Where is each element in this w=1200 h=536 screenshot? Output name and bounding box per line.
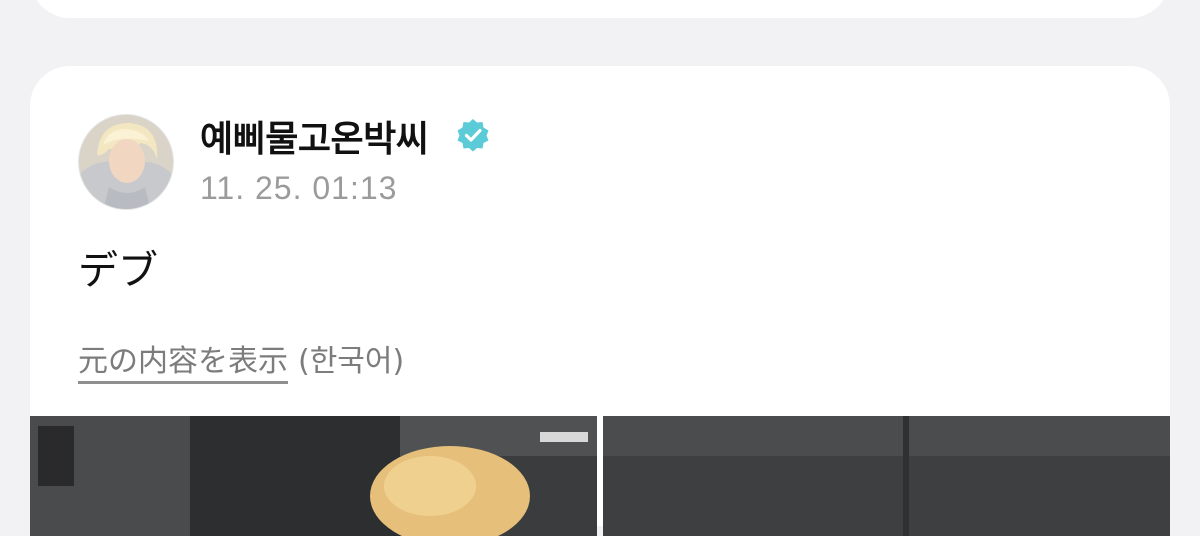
author-name[interactable]: 예삐물고온박씨 [200,110,429,162]
verified-badge-icon [457,119,489,152]
previous-post-card [30,0,1170,18]
post-photo-1[interactable] [30,416,597,536]
avatar[interactable] [78,114,174,210]
show-original-link[interactable]: 元の内容を表示 [78,344,288,384]
post-photo-2[interactable] [603,416,1170,536]
post-timestamp: 11. 25. 01:13 [200,170,398,206]
original-language-label: (한국어) [298,344,405,379]
post-photos [30,416,1170,536]
post-text: デブ [78,248,158,294]
post-card[interactable]: 예삐물고온박씨 11. 25. 01:13 デブ 元の内容を表示 (한국어) [30,66,1170,536]
translation-row: 元の内容を表示 (한국어) [78,336,405,384]
